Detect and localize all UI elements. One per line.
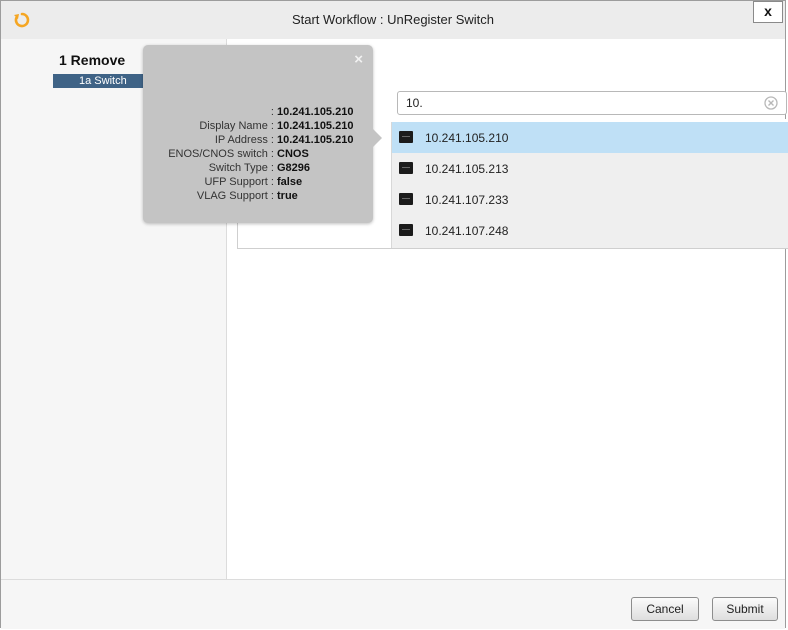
tooltip-value: 10.241.105.210 (277, 134, 354, 146)
tooltip-value: 10.241.105.210 (277, 106, 354, 118)
tooltip-row: : 10.241.105.210 (143, 105, 373, 119)
title-bar: Start Workflow : UnRegister Switch x (1, 1, 785, 39)
result-label: 10.241.107.248 (425, 224, 509, 238)
tooltip-value: CNOS (277, 148, 309, 160)
dialog-footer: Cancel Submit (1, 579, 785, 629)
tooltip-row: IP Address : 10.241.105.210 (143, 133, 373, 147)
result-row[interactable]: 10.241.107.248 (392, 215, 788, 246)
result-row[interactable]: 10.241.107.233 (392, 184, 788, 215)
cancel-button[interactable]: Cancel (631, 597, 699, 621)
step-title: 1 Remove (59, 52, 126, 68)
result-row[interactable]: 10.241.105.210 (392, 122, 788, 153)
switch-device-icon (399, 131, 413, 143)
window-close-button[interactable]: x (753, 1, 783, 23)
workflow-dialog: Start Workflow : UnRegister Switch x 1 R… (0, 0, 788, 629)
switch-device-icon (399, 224, 413, 236)
tooltip-value: 10.241.105.210 (277, 120, 354, 132)
search-input[interactable] (397, 91, 787, 115)
clear-search-icon[interactable] (764, 96, 778, 110)
switch-device-icon (399, 193, 413, 205)
tooltip-details: : 10.241.105.210 Display Name : 10.241.1… (143, 105, 373, 203)
switch-device-icon (399, 162, 413, 174)
tooltip-value: G8296 (277, 162, 311, 174)
result-label: 10.241.105.213 (425, 162, 509, 176)
tooltip-value: false (277, 176, 303, 188)
submit-button[interactable]: Submit (712, 597, 778, 621)
tooltip-row: Display Name : 10.241.105.210 (143, 119, 373, 133)
result-label: 10.241.107.233 (425, 193, 509, 207)
tooltip-row: UFP Support : false (143, 175, 373, 189)
result-row[interactable]: 10.241.105.213 (392, 153, 788, 184)
tooltip-row: VLAG Support : true (143, 189, 373, 203)
tooltip-label: ENOS/CNOS switch : (168, 148, 277, 160)
tooltip-row: ENOS/CNOS switch : CNOS (143, 147, 373, 161)
tooltip-label: Switch Type : (208, 162, 277, 174)
tooltip-close-icon[interactable]: × (354, 51, 363, 68)
tooltip-row: Switch Type : G8296 (143, 161, 373, 175)
search-results-list: 10.241.105.210 10.241.105.213 10.241.107… (391, 122, 788, 248)
window-title: Start Workflow : UnRegister Switch (291, 12, 495, 27)
tooltip-label: IP Address : (214, 134, 277, 146)
switch-info-tooltip: × : 10.241.105.210 Display Name : 10.241… (143, 45, 382, 223)
result-label: 10.241.105.210 (425, 131, 509, 145)
tooltip-label: : (270, 106, 277, 118)
tooltip-label: VLAG Support : (196, 190, 277, 202)
tooltip-value: true (277, 190, 298, 202)
tooltip-label: Display Name : (199, 120, 277, 132)
tooltip-label: UFP Support : (204, 176, 277, 188)
